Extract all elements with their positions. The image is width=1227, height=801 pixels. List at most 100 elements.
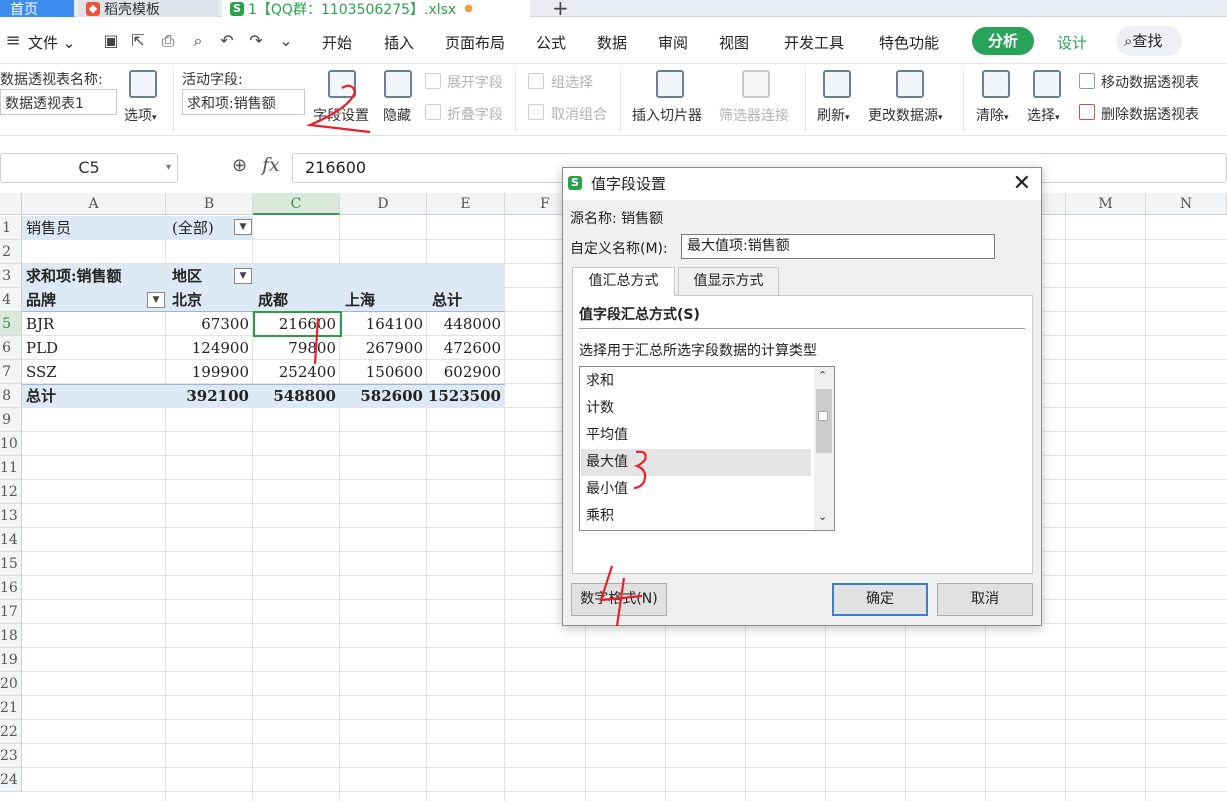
tab-summarize-by[interactable]: 值汇总方式	[572, 267, 675, 296]
row-header-17[interactable]: 17	[0, 600, 22, 624]
expand-field-button[interactable]: 展开字段	[447, 72, 503, 92]
new-tab-icon[interactable]: +	[552, 0, 569, 20]
select-all-corner[interactable]	[0, 193, 22, 215]
options-button[interactable]: 选项▾	[124, 105, 157, 125]
pivot-total-cell[interactable]: 392100	[166, 384, 253, 408]
menu-start[interactable]: 开始	[322, 32, 352, 53]
custom-name-input[interactable]: 最大值项:销售额	[681, 234, 995, 259]
row-header-2[interactable]: 2	[0, 240, 22, 264]
cancel-button[interactable]: 取消	[937, 583, 1033, 616]
row-header-12[interactable]: 12	[0, 480, 22, 504]
list-scrollbar[interactable]: ⌃ ⌄	[814, 367, 834, 530]
menu-review[interactable]: 审阅	[658, 32, 688, 53]
fx-icon[interactable]: fx	[262, 154, 280, 176]
list-item[interactable]: 乘积	[581, 503, 811, 530]
row-header-18[interactable]: 18	[0, 624, 22, 648]
menu-formula[interactable]: 公式	[536, 32, 566, 53]
row-header-23[interactable]: 23	[0, 744, 22, 768]
pivot-total-label[interactable]: 总计	[26, 384, 56, 408]
pivot-value-cell[interactable]: 252400	[253, 360, 340, 384]
pivot-row-label[interactable]: SSZ	[26, 360, 57, 384]
filter-dropdown-button[interactable]: ▼	[234, 219, 252, 235]
pivot-value-cell[interactable]: 150600	[340, 360, 427, 384]
row-header-6[interactable]: 6	[0, 336, 22, 360]
delete-pivot-button[interactable]: 删除数据透视表	[1101, 104, 1199, 124]
pivot-filter-value[interactable]: (全部)	[172, 216, 214, 240]
pivot-row-label[interactable]: PLD	[26, 336, 58, 360]
list-item[interactable]: 最大值	[581, 449, 811, 476]
row-header-3[interactable]: 3	[0, 264, 22, 288]
menu-developer[interactable]: 开发工具	[784, 32, 844, 53]
hamburger-icon[interactable]: ≡	[2, 30, 24, 52]
search-button[interactable]: ⌕查找	[1116, 26, 1182, 56]
row-header-15[interactable]: 15	[0, 552, 22, 576]
tab-analyze[interactable]: 分析	[972, 27, 1034, 55]
refresh-button[interactable]: 刷新▾	[817, 105, 850, 125]
menu-special[interactable]: 特色功能	[879, 32, 939, 53]
brand-dropdown-button[interactable]: ▼	[147, 292, 165, 308]
pivot-total-cell[interactable]: 1523500	[427, 384, 505, 408]
row-header-8[interactable]: 8	[0, 384, 22, 408]
scrollbar-thumb[interactable]	[816, 389, 832, 453]
row-header-22[interactable]: 22	[0, 720, 22, 744]
pivot-value-cell[interactable]: 164100	[340, 312, 427, 336]
tab-show-values-as[interactable]: 值显示方式	[678, 267, 779, 295]
column-header-N[interactable]: N	[1146, 193, 1227, 215]
pivot-total-cell[interactable]: 548800	[253, 384, 340, 408]
menu-data[interactable]: 数据	[597, 32, 627, 53]
summary-function-list[interactable]: 求和 计数 平均值 最大值 最小值 乘积 ⌃ ⌄	[579, 366, 835, 531]
column-header-M[interactable]: M	[1066, 193, 1146, 215]
column-header-E[interactable]: E	[427, 193, 505, 215]
row-header-10[interactable]: 10	[0, 432, 22, 456]
pivot-col-header[interactable]: 总计	[432, 288, 462, 312]
column-header-C[interactable]: C	[253, 193, 340, 215]
row-header-11[interactable]: 11	[0, 456, 22, 480]
list-item[interactable]: 最小值	[581, 476, 811, 503]
print-preview-icon[interactable]: ⌕	[187, 30, 209, 52]
region-dropdown-button[interactable]: ▼	[234, 268, 252, 284]
pivot-col-header[interactable]: 北京	[172, 288, 202, 312]
undo-icon[interactable]: ↶	[216, 30, 238, 52]
tab-design[interactable]: 设计	[1057, 32, 1087, 53]
ungroup-button[interactable]: 取消组合	[551, 104, 607, 124]
scroll-down-icon[interactable]: ⌄	[818, 510, 827, 523]
row-header-14[interactable]: 14	[0, 528, 22, 552]
pivot-value-cell[interactable]: 199900	[166, 360, 253, 384]
tab-template[interactable]: ◆ 稻壳模板	[78, 0, 218, 17]
pivot-row-label[interactable]: BJR	[26, 312, 54, 336]
row-header-16[interactable]: 16	[0, 576, 22, 600]
collapse-field-button[interactable]: 折叠字段	[447, 104, 503, 124]
export-icon[interactable]: ⇱	[127, 30, 149, 52]
redo-icon[interactable]: ↷	[245, 30, 267, 52]
row-header-13[interactable]: 13	[0, 504, 22, 528]
close-icon[interactable]: ✕	[1013, 171, 1031, 197]
row-header-19[interactable]: 19	[0, 648, 22, 672]
row-header-24[interactable]: 24	[0, 768, 22, 792]
row-header-1[interactable]: 1	[0, 216, 22, 240]
row-header-21[interactable]: 21	[0, 696, 22, 720]
pivot-filter-label[interactable]: 销售员	[26, 216, 71, 240]
pivot-value-cell[interactable]: 448000	[427, 312, 505, 336]
column-header-A[interactable]: A	[22, 193, 166, 215]
tab-home[interactable]: 首页	[0, 0, 74, 17]
hide-button[interactable]: 隐藏	[383, 105, 411, 125]
save-icon[interactable]: ▣	[100, 30, 122, 52]
ok-button[interactable]: 确定	[832, 583, 928, 616]
column-header-B[interactable]: B	[166, 193, 253, 215]
zoom-formula-icon[interactable]: ⊕	[232, 155, 247, 176]
name-box[interactable]: C5 ▾	[0, 153, 178, 183]
clear-button[interactable]: 清除▾	[976, 105, 1009, 125]
pivot-brand-label[interactable]: 品牌	[26, 288, 56, 312]
pivot-sum-label[interactable]: 求和项:销售额	[26, 264, 122, 288]
change-source-button[interactable]: 更改数据源▾	[868, 105, 943, 125]
list-item[interactable]: 求和	[581, 368, 811, 395]
row-header-7[interactable]: 7	[0, 360, 22, 384]
pivot-value-cell[interactable]: 267900	[340, 336, 427, 360]
pivot-col-header[interactable]: 成都	[258, 288, 288, 312]
list-item[interactable]: 计数	[581, 395, 811, 422]
number-format-button[interactable]: 数字格式(N)	[571, 583, 667, 616]
move-pivot-button[interactable]: 移动数据透视表	[1101, 72, 1199, 92]
pivot-total-cell[interactable]: 582600	[340, 384, 427, 408]
pivot-value-cell[interactable]: 602900	[427, 360, 505, 384]
pivot-region-label[interactable]: 地区	[172, 264, 202, 288]
